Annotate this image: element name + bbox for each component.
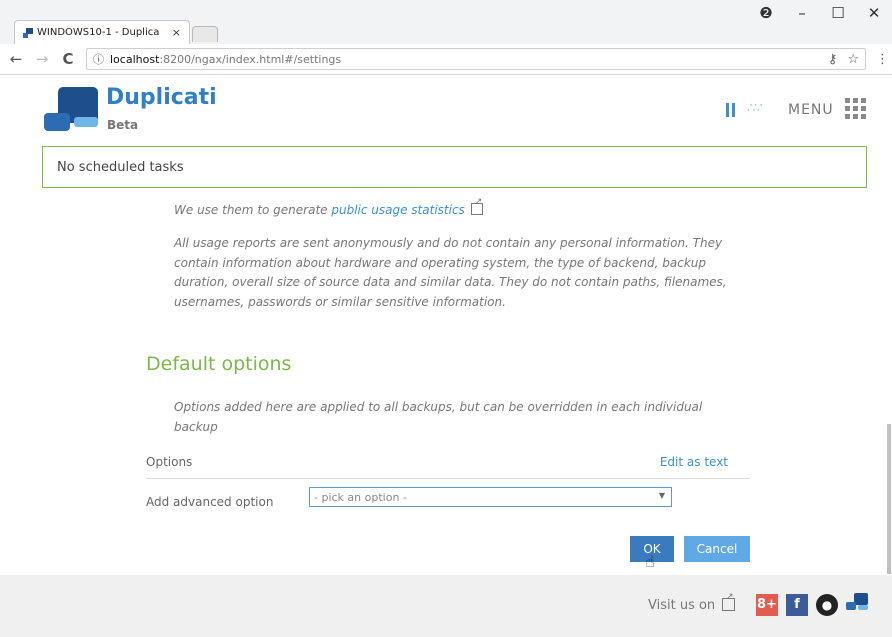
reload-icon[interactable]: C — [58, 50, 78, 68]
maximize-button[interactable]: ☐ — [828, 4, 848, 22]
duplicati-logo-part — [44, 113, 70, 131]
window-controls: ❷ – ☐ ✕ — [756, 4, 884, 22]
google-plus-icon[interactable]: 8+ — [756, 594, 778, 616]
back-arrow-icon[interactable]: ← — [6, 50, 26, 68]
public-usage-statistics-link[interactable]: public usage statistics — [331, 203, 464, 217]
hand-cursor-icon: ☝ — [645, 552, 655, 571]
forward-arrow-icon[interactable]: → — [32, 50, 52, 68]
close-window-button[interactable]: ✕ — [864, 4, 884, 22]
new-tab-button[interactable] — [192, 26, 218, 42]
settings-content: We use them to generate public usage sta… — [0, 196, 892, 574]
key-icon[interactable]: ⚷ — [828, 52, 838, 67]
app-header: Duplicati Beta ∴∵ MENU — [0, 75, 892, 141]
throttle-icon[interactable]: ∴∵ — [747, 101, 763, 116]
scheduled-tasks-notice: No scheduled tasks — [42, 146, 867, 188]
tab-title: WINDOWS10-1 - Duplica — [37, 27, 160, 38]
browser-tab[interactable]: WINDOWS10-1 - Duplica × — [14, 20, 190, 44]
menu-grid-icon[interactable] — [845, 98, 866, 119]
duplicati-favicon-icon — [23, 27, 33, 38]
default-options-description: Options added here are applied to all ba… — [174, 400, 703, 434]
account-icon[interactable]: ❷ — [756, 4, 776, 22]
app-title[interactable]: Duplicati — [106, 85, 217, 110]
browser-toolbar: ← → C ⓘ localhost :8200/ngax/index.html#… — [0, 44, 892, 75]
visit-us-label: Visit us on — [648, 598, 716, 613]
duplicati-forum-icon-part — [846, 602, 856, 610]
minimize-button[interactable]: – — [792, 4, 812, 22]
usage-prefix: We use them to generate — [174, 203, 332, 217]
pause-icon[interactable] — [726, 103, 736, 117]
add-advanced-option-label: Add advanced option — [146, 495, 274, 509]
chevron-down-icon: ▼ — [658, 491, 665, 500]
app-subtitle: Beta — [107, 118, 139, 132]
menu-label[interactable]: MENU — [788, 102, 834, 118]
default-options-title: Default options — [146, 353, 292, 375]
options-row: Options Edit as text — [146, 452, 750, 479]
duplicati-logo-part — [74, 117, 98, 127]
cancel-button[interactable]: Cancel — [684, 536, 750, 562]
scrollbar-thumb[interactable] — [887, 424, 891, 574]
advanced-option-select[interactable]: - pick an option - ▼ — [309, 487, 672, 507]
github-icon[interactable]: ● — [816, 594, 838, 616]
options-label: Options — [146, 455, 193, 469]
site-info-icon[interactable]: ⓘ — [93, 51, 104, 67]
select-value: - pick an option - — [314, 491, 407, 504]
star-icon[interactable]: ☆ — [847, 52, 859, 67]
edit-as-text-link[interactable]: Edit as text — [660, 455, 728, 469]
browser-menu-icon[interactable]: ⋮ — [876, 52, 889, 67]
browser-tab-strip: WINDOWS10-1 - Duplica × ❷ – ☐ ✕ — [0, 0, 892, 45]
usage-statistics-line: We use them to generate public usage sta… — [174, 197, 483, 217]
duplicati-forum-icon-part — [858, 605, 868, 610]
external-link-icon — [470, 197, 483, 215]
address-bar[interactable]: ⓘ localhost :8200/ngax/index.html#/setti… — [86, 48, 866, 70]
anonymous-usage-description: All usage reports are sent anonymously a… — [174, 236, 727, 309]
url-path: :8200/ngax/index.html#/settings — [159, 52, 342, 66]
duplicati-forum-icon[interactable] — [854, 593, 868, 605]
facebook-icon[interactable]: f — [786, 594, 808, 616]
scheduled-tasks-text: No scheduled tasks — [57, 159, 184, 175]
footer: Visit us on 8+ f ● — [0, 575, 892, 637]
tab-close-icon[interactable]: × — [172, 26, 181, 39]
external-link-icon — [722, 592, 735, 611]
url-host: localhost — [110, 52, 160, 66]
